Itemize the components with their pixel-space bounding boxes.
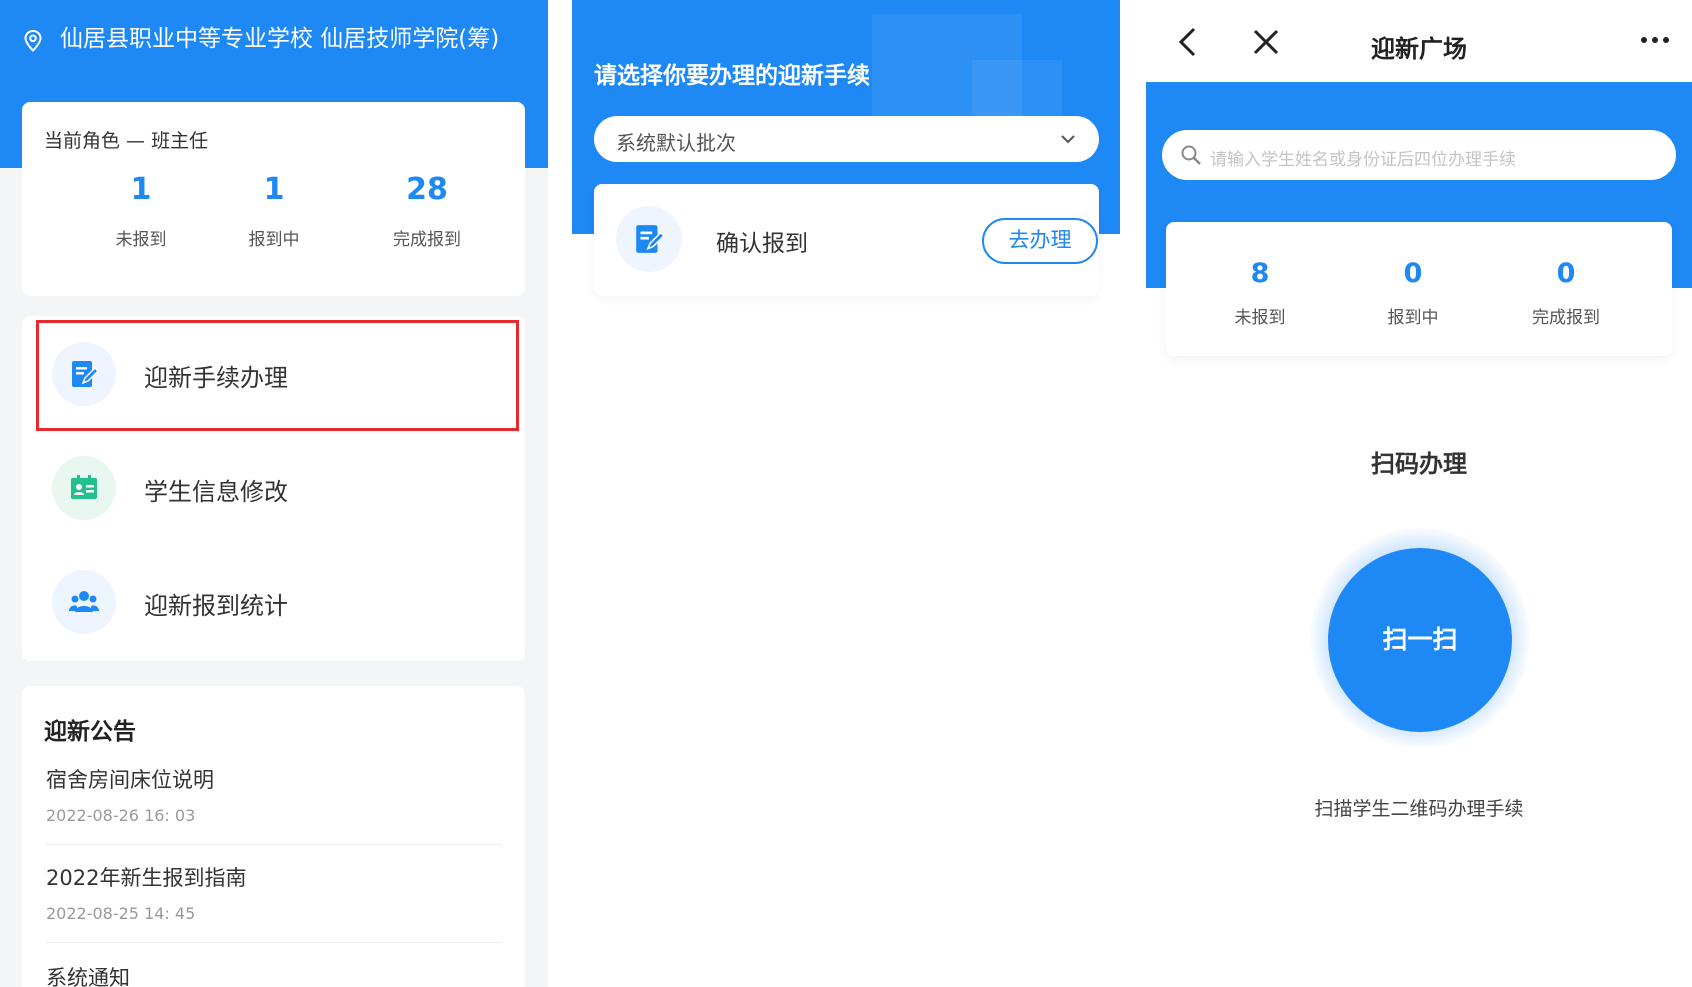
stat-label: 完成报到 xyxy=(1532,308,1600,328)
search-icon xyxy=(1181,145,1201,165)
school-title: 仙居县职业中等专业学校 仙居技师学院(筹) xyxy=(24,24,504,55)
id-card-icon xyxy=(52,456,116,520)
stat-value: 0 xyxy=(1403,258,1423,289)
task-confirm-report: 确认报到 去办理 xyxy=(594,184,1099,296)
stat-value: 1 xyxy=(263,172,285,207)
scan-button[interactable]: 扫一扫 xyxy=(1328,548,1512,732)
stat-not-reported[interactable]: 1 未报到 xyxy=(76,172,206,250)
stat-label: 未报到 xyxy=(1234,308,1286,328)
menu-item-student-info-edit[interactable]: 学生信息修改 xyxy=(22,434,525,544)
notice-item[interactable]: 系统通知 xyxy=(46,962,506,987)
edit-form-icon xyxy=(616,206,682,272)
notice-item[interactable]: 2022年新生报到指南 2022-08-25 14: 45 xyxy=(46,862,506,923)
menu-item-label: 迎新手续办理 xyxy=(144,364,288,392)
notice-item-title: 系统通知 xyxy=(46,966,130,987)
notice-item-time: 2022-08-25 14: 45 xyxy=(46,904,196,923)
group-users-icon xyxy=(52,570,116,634)
stat-completed[interactable]: 28 完成报到 xyxy=(362,172,492,250)
stat-not-reported[interactable]: 8 未报到 xyxy=(1200,258,1320,328)
notice-item-time: 2022-08-26 16: 03 xyxy=(46,806,196,825)
home-panel: 仙居县职业中等专业学校 仙居技师学院(筹) 当前角色 — 班主任 1 未报到 1… xyxy=(0,0,548,987)
menu-item-enrollment-procedures[interactable]: 迎新手续办理 xyxy=(22,320,525,430)
welcome-plaza-panel: 迎新广场 请输入学生姓名或身份证后四位办理手续 8 未报到 0 报到中 0 完成… xyxy=(1146,0,1692,987)
stat-label: 完成报到 xyxy=(393,230,461,250)
menu-item-reporting-statistics[interactable]: 迎新报到统计 xyxy=(22,548,525,658)
stat-label: 报到中 xyxy=(248,230,300,250)
search-bar[interactable]: 请输入学生姓名或身份证后四位办理手续 xyxy=(1162,130,1676,180)
stat-reporting[interactable]: 0 报到中 xyxy=(1353,258,1473,328)
role-stats-card: 当前角色 — 班主任 1 未报到 1 报到中 28 完成报到 xyxy=(22,102,525,296)
page-title: 迎新广场 xyxy=(1371,35,1467,63)
notice-title: 迎新公告 xyxy=(44,719,136,745)
more-options-icon[interactable] xyxy=(1640,36,1670,44)
stat-value: 8 xyxy=(1250,258,1270,289)
scan-section-title: 扫码办理 xyxy=(1371,450,1467,478)
stat-value: 1 xyxy=(130,172,152,207)
batch-select-value: 系统默认批次 xyxy=(616,131,736,155)
stat-label: 报到中 xyxy=(1387,308,1439,328)
divider xyxy=(46,844,502,845)
edit-form-icon xyxy=(52,342,116,406)
batch-select[interactable]: 系统默认批次 xyxy=(594,116,1099,162)
stat-label: 未报到 xyxy=(115,230,167,250)
task-label: 确认报到 xyxy=(716,231,808,257)
navigation-bar: 迎新广场 xyxy=(1146,0,1692,82)
school-name: 仙居县职业中等专业学校 仙居技师学院(筹) xyxy=(60,26,500,52)
menu-item-label: 迎新报到统计 xyxy=(144,592,288,620)
location-pin-icon xyxy=(24,30,42,52)
divider xyxy=(46,942,502,943)
search-input[interactable]: 请输入学生姓名或身份证后四位办理手续 xyxy=(1210,145,1516,170)
stat-value: 0 xyxy=(1556,258,1576,289)
notice-card: 迎新公告 宿舍房间床位说明 2022-08-26 16: 03 2022年新生报… xyxy=(22,686,525,987)
menu-item-label: 学生信息修改 xyxy=(144,478,288,506)
stat-completed[interactable]: 0 完成报到 xyxy=(1506,258,1626,328)
procedure-select-panel: 请选择你要办理的迎新手续 系统默认批次 确认报到 去办理 xyxy=(572,0,1120,987)
stat-value: 28 xyxy=(406,172,448,207)
notice-item[interactable]: 宿舍房间床位说明 2022-08-26 16: 03 xyxy=(46,764,506,825)
notice-item-title: 宿舍房间床位说明 xyxy=(46,768,214,792)
current-role: 当前角色 — 班主任 xyxy=(44,130,209,152)
stat-reporting[interactable]: 1 报到中 xyxy=(209,172,339,250)
procedure-title: 请选择你要办理的迎新手续 xyxy=(594,63,870,89)
chevron-down-icon xyxy=(1061,135,1075,144)
reporting-stats-card: 8 未报到 0 报到中 0 完成报到 xyxy=(1166,222,1672,356)
function-menu: 迎新手续办理 学生信息修改 迎新报到统计 xyxy=(22,316,525,661)
go-handle-button[interactable]: 去办理 xyxy=(982,218,1098,264)
notice-item-title: 2022年新生报到指南 xyxy=(46,866,247,890)
scan-description: 扫描学生二维码办理手续 xyxy=(1314,798,1524,820)
